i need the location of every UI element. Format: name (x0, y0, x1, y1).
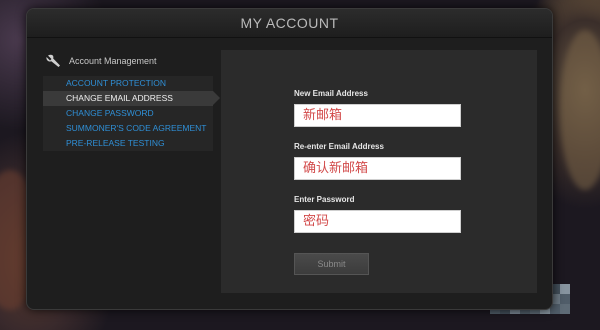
sidebar: Account Management ACCOUNT PROTECTION CH… (43, 53, 220, 151)
wrench-icon (46, 54, 60, 67)
change-email-panel: New Email Address Re-enter Email Address… (221, 50, 537, 293)
my-account-window: MY ACCOUNT Account Management ACCOUNT PR… (26, 8, 553, 310)
confirm-email-group: Re-enter Email Address (294, 142, 461, 180)
new-email-group: New Email Address (294, 89, 461, 127)
confirm-email-label: Re-enter Email Address (294, 142, 384, 151)
sidebar-item-change-email-address[interactable]: CHANGE EMAIL ADDRESS (43, 91, 220, 106)
password-label: Enter Password (294, 195, 355, 204)
window-title: MY ACCOUNT (27, 9, 552, 38)
sidebar-item-account-protection[interactable]: ACCOUNT PROTECTION (43, 76, 213, 91)
new-email-label: New Email Address (294, 89, 368, 98)
password-input[interactable] (294, 210, 461, 233)
background-art-right (560, 30, 600, 190)
sidebar-header: Account Management (43, 53, 215, 69)
sidebar-header-label: Account Management (69, 56, 157, 66)
new-email-input[interactable] (294, 104, 461, 127)
submit-button[interactable]: Submit (294, 253, 369, 275)
sidebar-item-summoners-code-agreement[interactable]: SUMMONER'S CODE AGREEMENT (43, 121, 213, 136)
sidebar-item-pre-release-testing[interactable]: PRE-RELEASE TESTING (43, 136, 213, 151)
sidebar-nav: ACCOUNT PROTECTION CHANGE EMAIL ADDRESS … (43, 76, 220, 151)
password-group: Enter Password (294, 195, 461, 233)
sidebar-item-change-password[interactable]: CHANGE PASSWORD (43, 106, 213, 121)
confirm-email-input[interactable] (294, 157, 461, 180)
